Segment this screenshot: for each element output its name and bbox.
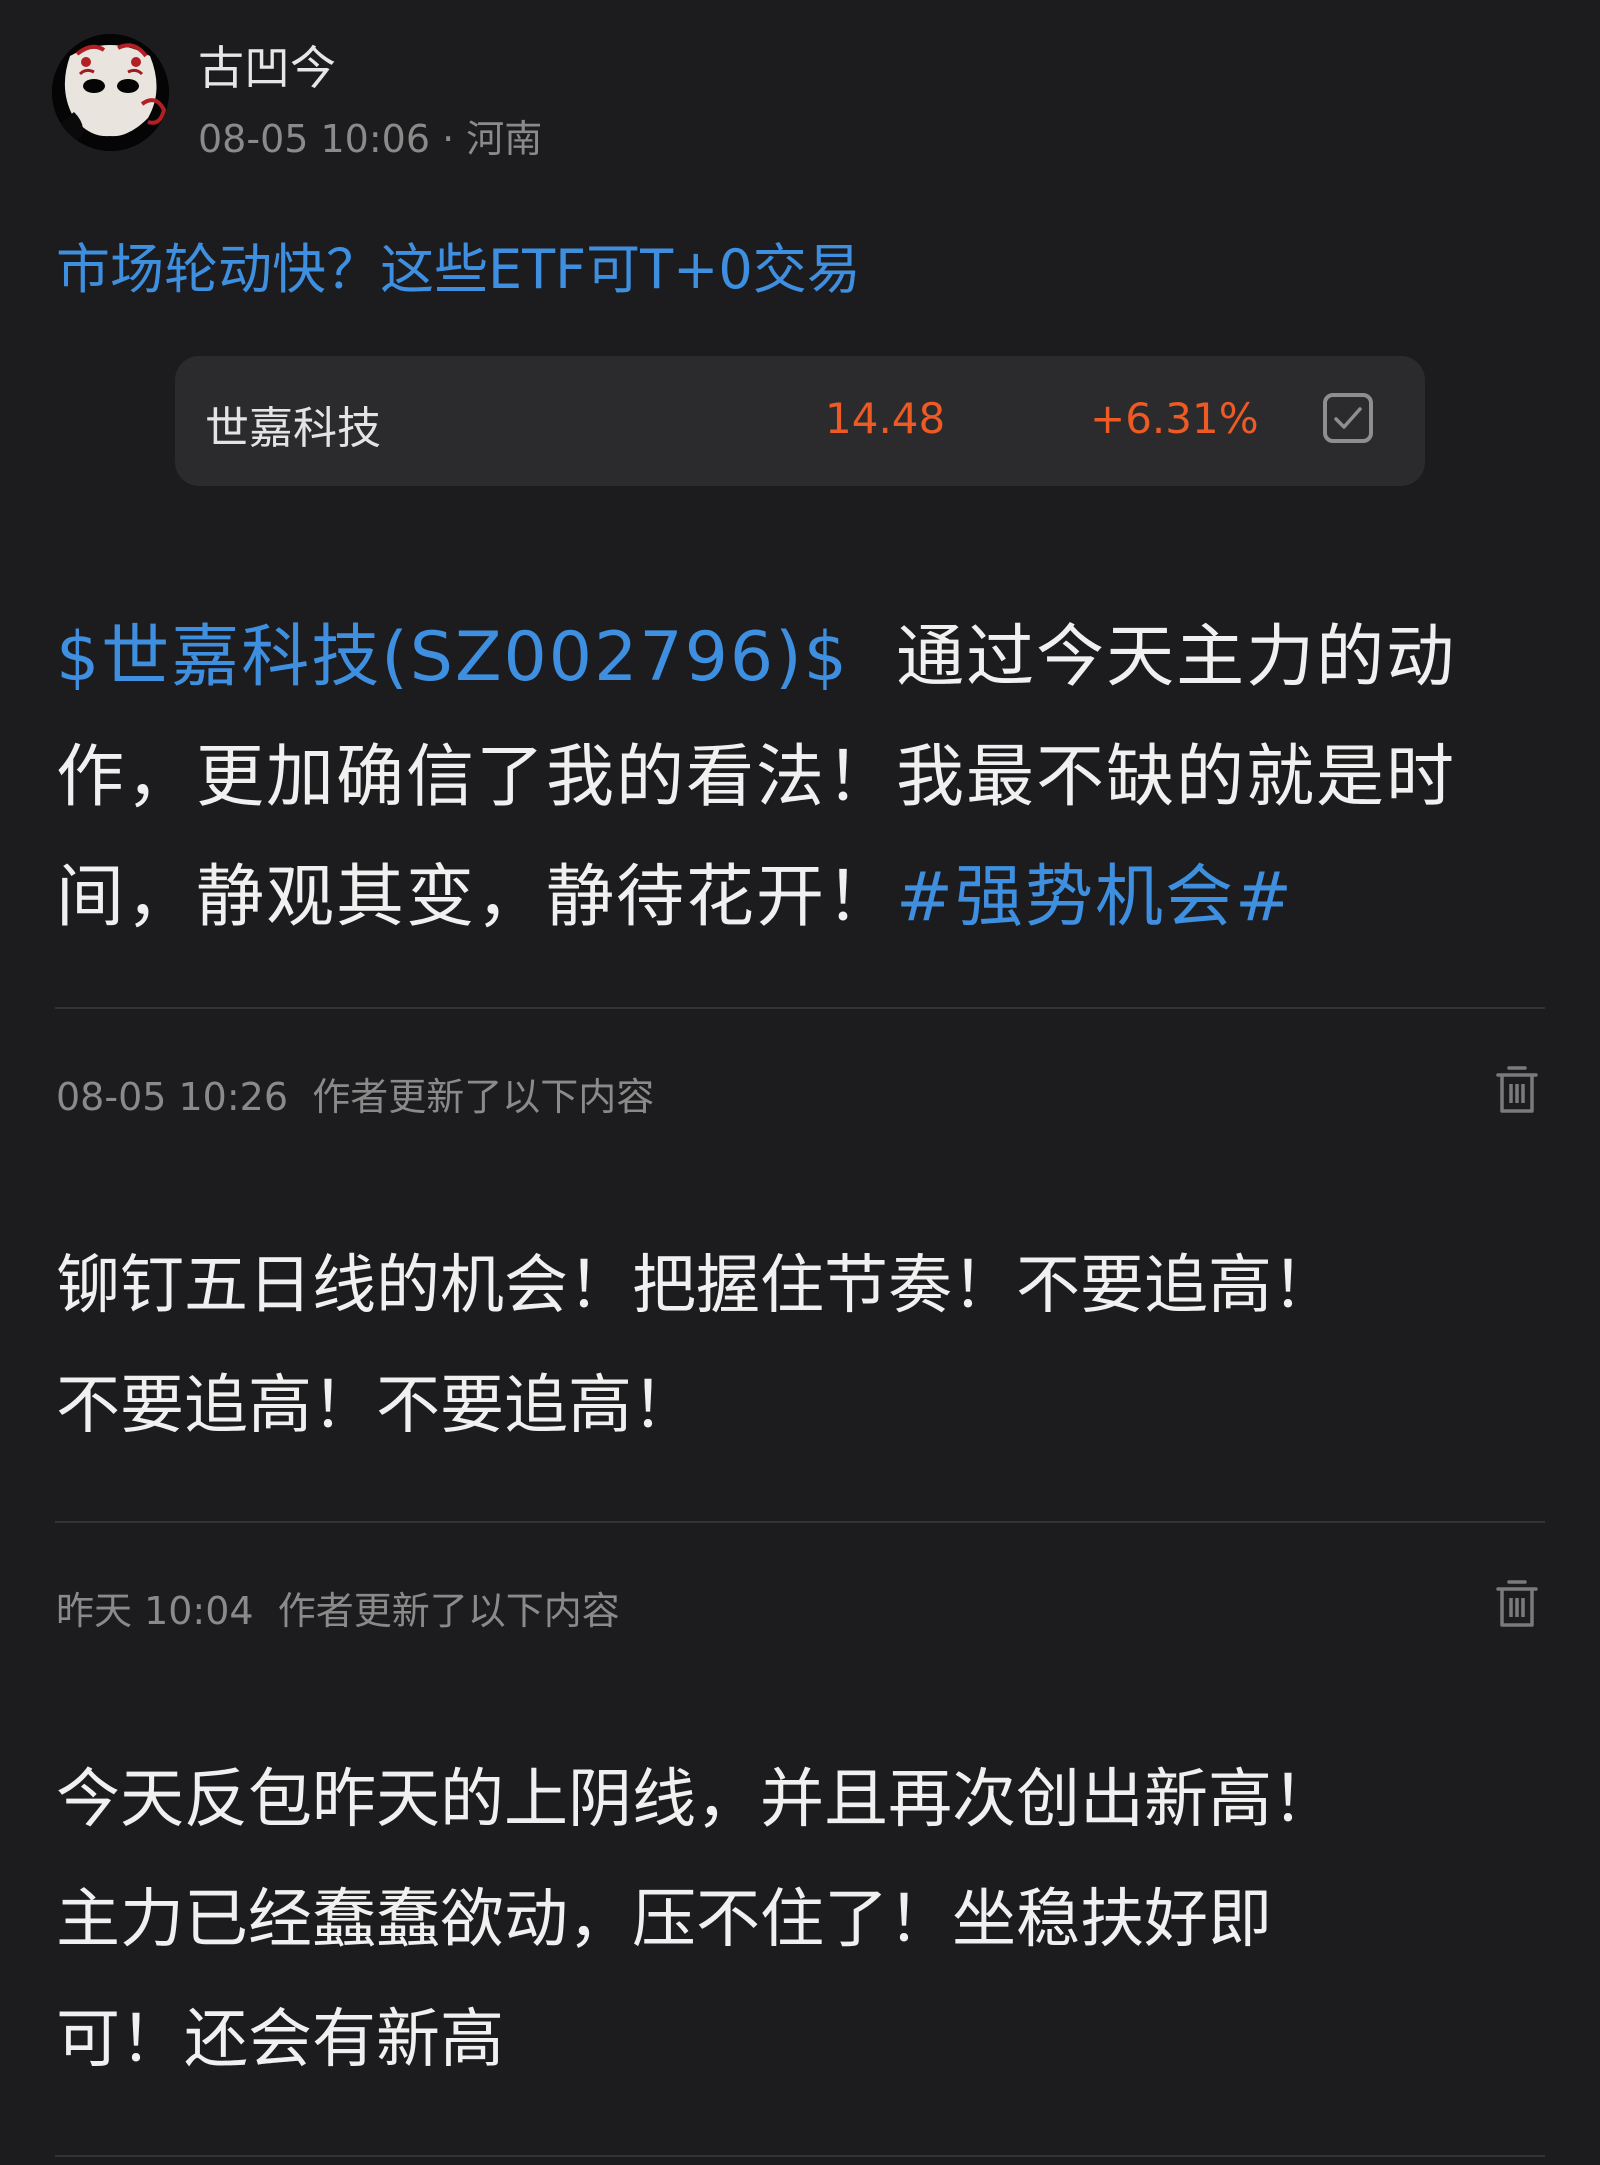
update-label: 作者更新了以下内容 [277, 1589, 620, 1633]
update-meta: 08-05 10:26 作者更新了以下内容 [56, 1066, 654, 1121]
update-body: 铆钉五日线的机会！把握住节奏！不要追高！ 不要追高！不要追高！ [56, 1226, 1556, 1466]
trash-icon-graphic [1496, 1580, 1538, 1627]
stock-card[interactable]: 世嘉科技 14.48 +6.31% [175, 356, 1425, 486]
update-time: 08-05 10:26 [56, 1075, 289, 1119]
trash-icon-graphic [1496, 1066, 1538, 1113]
divider [55, 1007, 1545, 1009]
post-body-line-3: 间，静观其变，静待花开！#强势机会# [56, 838, 1556, 958]
post-text: 通过今天主力的动 [896, 618, 1457, 697]
post-meta: 08-05 10:06 · 河南 [198, 108, 542, 163]
post-body-line-2: 作，更加确信了我的看法！我最不缺的就是时 [56, 738, 1457, 817]
divider [55, 1521, 1545, 1523]
stock-change-percent: +6.31% [1090, 394, 1259, 443]
stock-name: 世嘉科技 [205, 403, 381, 454]
update-line: 不要追高！不要追高！ [56, 1369, 696, 1443]
update-body: 今天反包昨天的上阴线，并且再次创出新高！ 主力已经蠢蠢欲动，压不住了！坐稳扶好即… [56, 1740, 1556, 2100]
update-line: 主力已经蠢蠢欲动，压不住了！坐稳扶好即 [56, 1883, 1272, 1957]
update-meta: 昨天 10:04 作者更新了以下内容 [56, 1580, 620, 1635]
post-body-line-1: $世嘉科技(SZ002796)$ 通过今天主力的动 [56, 598, 1556, 718]
post-body: $世嘉科技(SZ002796)$ 通过今天主力的动 作，更加确信了我的看法！我最… [56, 598, 1556, 958]
hashtag-link[interactable]: #强势机会# [896, 858, 1294, 937]
update-line: 今天反包昨天的上阴线，并且再次创出新高！ [56, 1763, 1336, 1837]
avatar[interactable] [52, 34, 169, 151]
trash-icon[interactable] [1495, 1578, 1539, 1630]
post-header: 古凹今 08-05 10:06 · 河南 [52, 30, 1552, 163]
checkmark-icon [1334, 407, 1362, 429]
stock-ticker-link[interactable]: $世嘉科技(SZ002796)$ [56, 618, 849, 697]
promo-link[interactable]: 市场轮动快？这些ETF可T+0交易 [56, 225, 861, 304]
author-name[interactable]: 古凹今 [198, 32, 336, 98]
post-text: 间，静观其变，静待花开！ [56, 858, 897, 937]
trash-icon[interactable] [1495, 1064, 1539, 1116]
update-line: 可！还会有新高 [56, 2003, 504, 2077]
update-label: 作者更新了以下内容 [312, 1075, 655, 1119]
update-time: 昨天 10:04 [56, 1589, 254, 1633]
post-time: 08-05 10:06 [198, 117, 431, 161]
post-location: 河南 [466, 117, 543, 161]
mask-avatar-image [52, 34, 169, 151]
stock-price: 14.48 [825, 394, 946, 443]
meta-separator: · [442, 117, 455, 161]
update-line: 铆钉五日线的机会！把握住节奏！不要追高！ [56, 1249, 1336, 1323]
checkbox-checked-icon[interactable] [1323, 393, 1373, 443]
divider [55, 2155, 1545, 2157]
